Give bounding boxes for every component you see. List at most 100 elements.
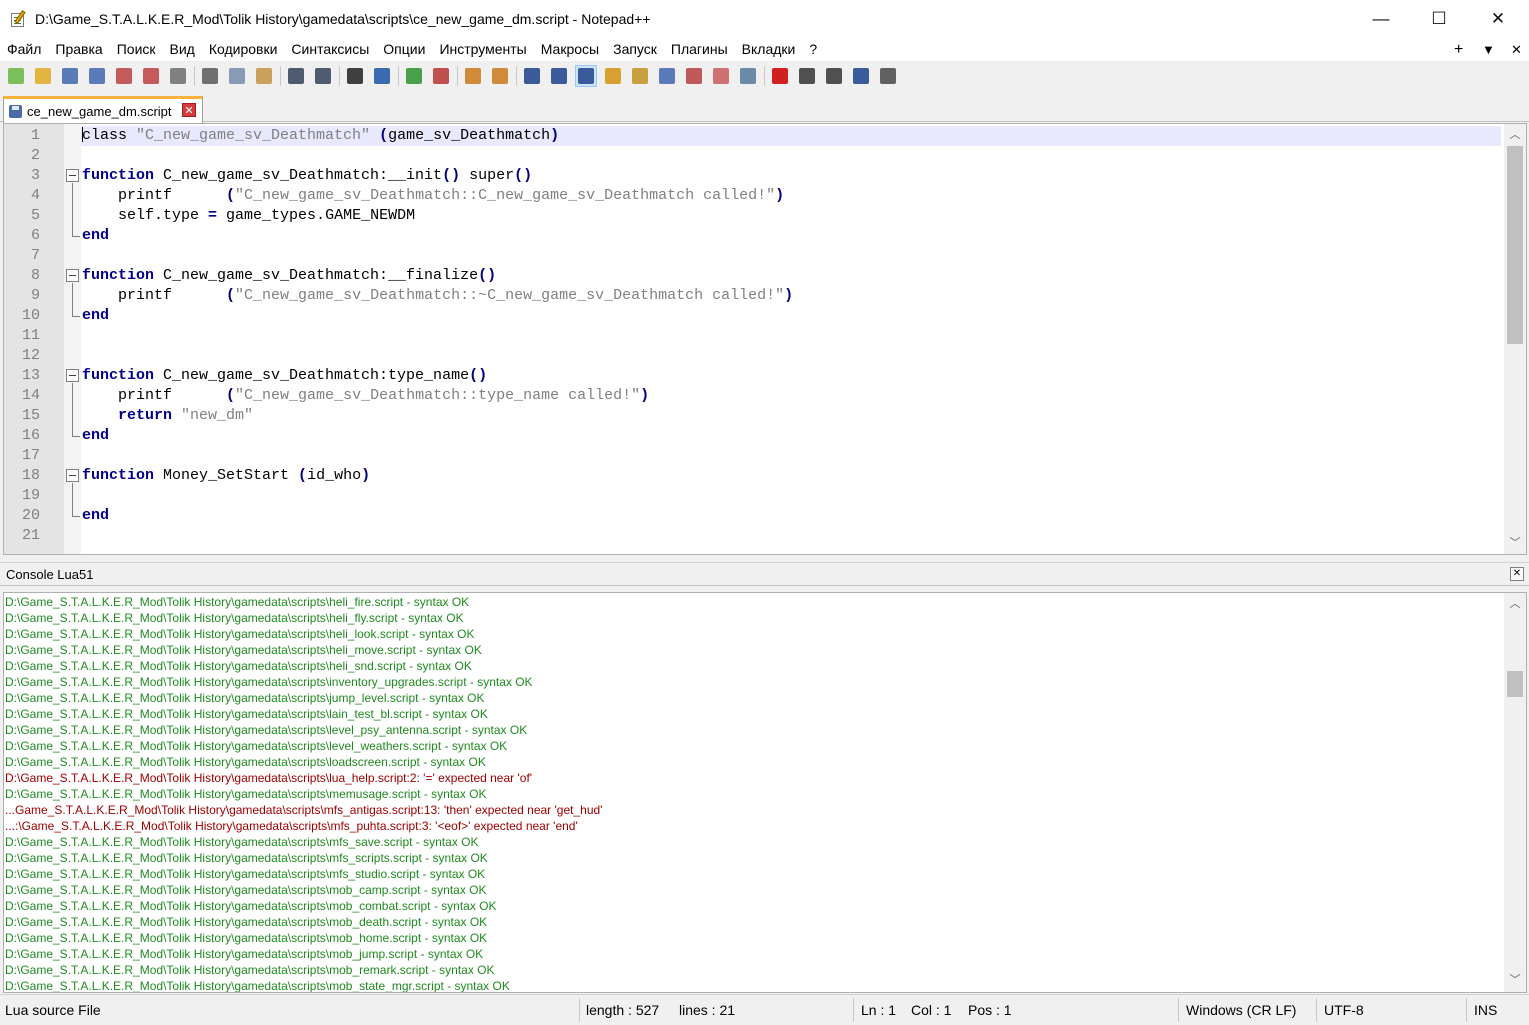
code-line[interactable]: printf ("C_new_game_sv_Deathmatch::~C_ne… [81, 286, 1501, 306]
folder-workspace-button[interactable] [683, 65, 705, 87]
console-vertical-scrollbar[interactable]: ︿ ﹀ [1504, 593, 1526, 992]
new-file-button[interactable] [5, 65, 27, 87]
scroll-down-arrow-icon[interactable]: ﹀ [1504, 971, 1526, 989]
zoom-in-button[interactable] [403, 65, 425, 87]
code-line[interactable]: class "C_new_game_sv_Deathmatch" (game_s… [81, 126, 1501, 146]
console-scroll-thumb[interactable] [1507, 671, 1523, 697]
code-line[interactable]: end [81, 506, 1501, 526]
code-editor[interactable]: class "C_new_game_sv_Deathmatch" (game_s… [3, 123, 1527, 555]
save-button[interactable] [59, 65, 81, 87]
paste-button[interactable] [253, 65, 275, 87]
line-number: 14 [21, 387, 40, 404]
find-button[interactable] [344, 65, 366, 87]
open-file-icon [35, 68, 51, 84]
code-line[interactable] [81, 246, 1501, 266]
close-file-button[interactable] [113, 65, 135, 87]
code-line[interactable] [81, 146, 1501, 166]
menu-item-6[interactable]: Опции [376, 38, 432, 61]
console-output[interactable]: ︿ ﹀ D:\Game_S.T.A.L.K.E.R_Mod\Tolik Hist… [3, 592, 1527, 993]
replace-button[interactable] [371, 65, 393, 87]
maximize-button[interactable]: ☐ [1410, 0, 1468, 38]
doc-map-button[interactable] [629, 65, 651, 87]
save-macro-icon [880, 68, 896, 84]
menu-item-5[interactable]: Синтаксисы [284, 38, 376, 61]
menu-item-8[interactable]: Макросы [534, 38, 606, 61]
udl-button[interactable] [602, 65, 624, 87]
menu-item-9[interactable]: Запуск [606, 38, 664, 61]
code-line[interactable] [81, 446, 1501, 466]
code-area[interactable]: class "C_new_game_sv_Deathmatch" (game_s… [81, 124, 1502, 554]
menu-item-12[interactable]: ? [802, 38, 824, 61]
code-line[interactable]: function C_new_game_sv_Deathmatch:__fina… [81, 266, 1501, 286]
status-insert-mode[interactable]: INS [1474, 995, 1497, 1025]
menu-item-10[interactable]: Плагины [664, 38, 735, 61]
menu-item-11[interactable]: Вкладки [735, 38, 803, 61]
run-macro-multiple-button[interactable] [850, 65, 872, 87]
menu-item-4[interactable]: Кодировки [202, 38, 285, 61]
console-title: Console Lua51 [6, 567, 94, 582]
menu-item-3[interactable]: Вид [163, 38, 202, 61]
folder-button[interactable] [710, 65, 732, 87]
code-line[interactable]: end [81, 426, 1501, 446]
play-macro-button[interactable] [823, 65, 845, 87]
word-wrap-button[interactable] [521, 65, 543, 87]
record-macro-button[interactable] [769, 65, 791, 87]
code-line[interactable]: function C_new_game_sv_Deathmatch:__init… [81, 166, 1501, 186]
tab-list-dropdown-button[interactable]: ▼ [1482, 38, 1495, 61]
menu-item-1[interactable]: Правка [48, 38, 109, 61]
monitoring-button[interactable] [737, 65, 759, 87]
close-all-button[interactable] [140, 65, 162, 87]
line-number: 17 [21, 447, 40, 464]
fold-toggle-icon[interactable] [66, 169, 79, 182]
code-line[interactable]: function Money_SetStart (id_who) [81, 466, 1501, 486]
fold-toggle-icon[interactable] [66, 269, 79, 282]
open-file-button[interactable] [32, 65, 54, 87]
code-line[interactable]: function C_new_game_sv_Deathmatch:type_n… [81, 366, 1501, 386]
code-line[interactable]: self.type = game_types.GAME_NEWDM [81, 206, 1501, 226]
menu-item-7[interactable]: Инструменты [432, 38, 533, 61]
copy-button[interactable] [226, 65, 248, 87]
code-line[interactable]: printf ("C_new_game_sv_Deathmatch::C_new… [81, 186, 1501, 206]
show-all-chars-button[interactable] [548, 65, 570, 87]
code-line[interactable] [81, 346, 1501, 366]
redo-button[interactable] [312, 65, 334, 87]
editor-scroll-thumb[interactable] [1507, 146, 1523, 344]
redo-icon [315, 68, 331, 84]
scroll-up-arrow-icon[interactable]: ︿ [1504, 126, 1526, 144]
code-line[interactable]: return "new_dm" [81, 406, 1501, 426]
code-line[interactable]: printf ("C_new_game_sv_Deathmatch::type_… [81, 386, 1501, 406]
fold-toggle-icon[interactable] [66, 369, 79, 382]
code-line[interactable]: end [81, 226, 1501, 246]
indent-guide-button[interactable] [575, 65, 597, 87]
close-button[interactable]: ✕ [1469, 0, 1527, 38]
code-line[interactable] [81, 526, 1501, 546]
sync-vertical-button[interactable] [462, 65, 484, 87]
new-tab-plus-button[interactable]: + [1454, 38, 1463, 61]
sync-horizontal-button[interactable] [489, 65, 511, 87]
menu-item-2[interactable]: Поиск [110, 38, 163, 61]
save-all-button[interactable] [86, 65, 108, 87]
tab-ce-new-game-dm[interactable]: ce_new_game_dm.script ✕ [3, 96, 203, 123]
stop-record-button[interactable] [796, 65, 818, 87]
code-token: ( [226, 187, 236, 204]
undo-button[interactable] [285, 65, 307, 87]
code-line[interactable] [81, 486, 1501, 506]
status-encoding[interactable]: UTF-8 [1324, 995, 1364, 1025]
console-close-icon[interactable]: ✕ [1510, 567, 1524, 581]
editor-vertical-scrollbar[interactable]: ︿ ﹀ [1504, 124, 1526, 554]
tab-close-icon[interactable]: ✕ [182, 103, 196, 117]
cut-button[interactable] [199, 65, 221, 87]
save-macro-button[interactable] [877, 65, 899, 87]
print-button[interactable] [167, 65, 189, 87]
status-eol[interactable]: Windows (CR LF) [1186, 995, 1296, 1025]
zoom-out-button[interactable] [430, 65, 452, 87]
scroll-up-arrow-icon[interactable]: ︿ [1504, 595, 1526, 613]
code-line[interactable]: end [81, 306, 1501, 326]
function-list-button[interactable] [656, 65, 678, 87]
code-line[interactable] [81, 326, 1501, 346]
fold-toggle-icon[interactable] [66, 469, 79, 482]
scroll-down-arrow-icon[interactable]: ﹀ [1504, 534, 1526, 552]
close-document-button[interactable]: ✕ [1511, 38, 1522, 61]
menu-item-0[interactable]: Файл [0, 38, 48, 61]
minimize-button[interactable]: — [1352, 0, 1410, 38]
